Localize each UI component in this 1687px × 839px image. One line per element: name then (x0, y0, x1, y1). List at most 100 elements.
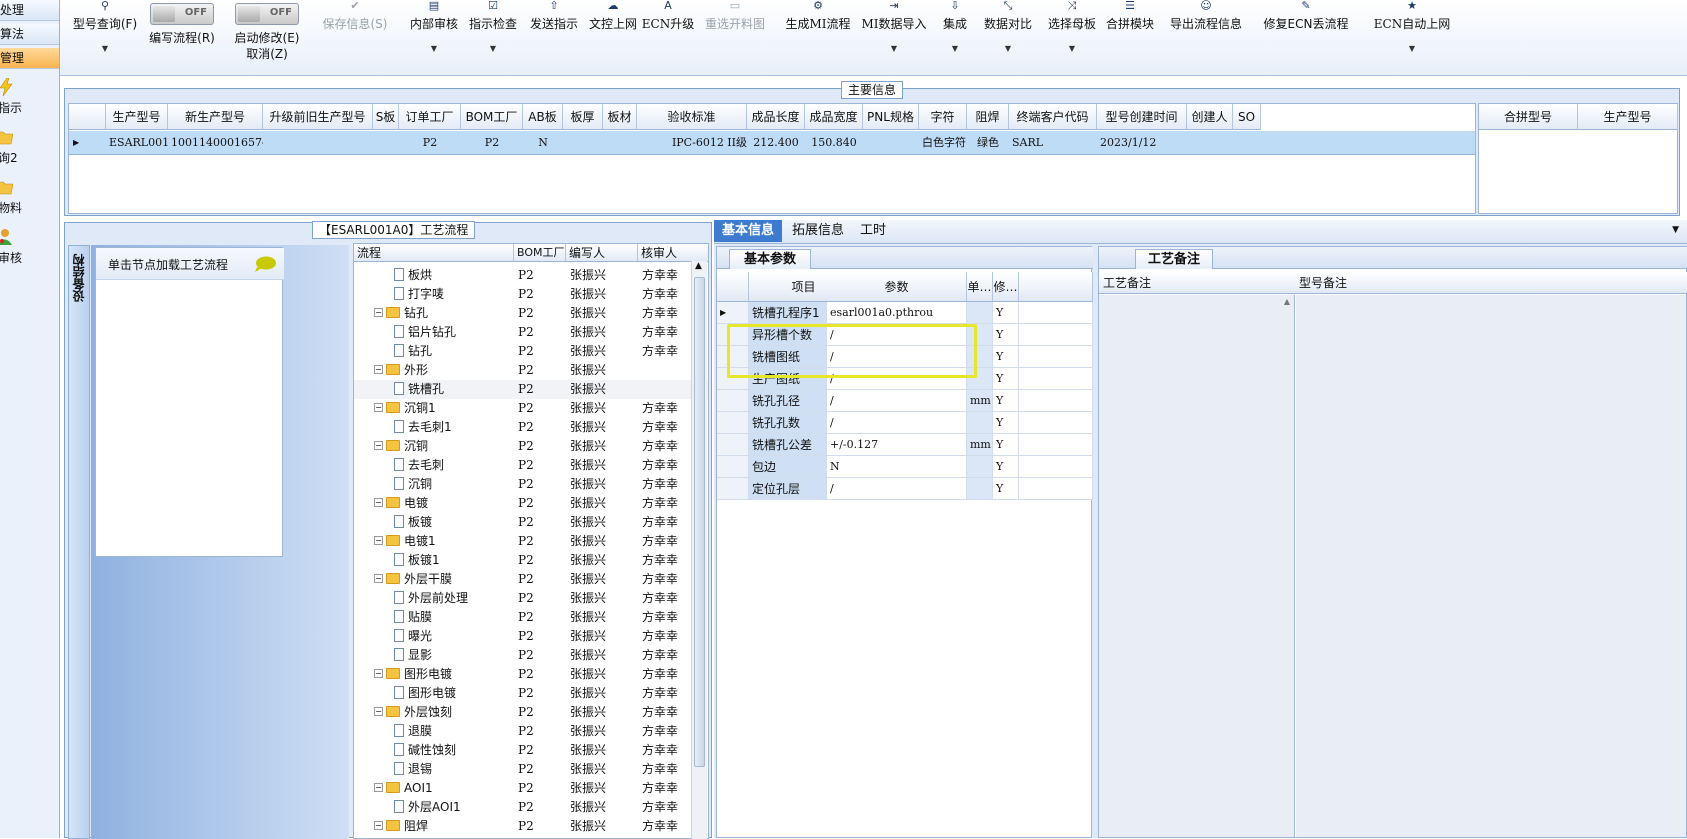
process-node[interactable]: − 图形电镀 (354, 665, 514, 684)
expand-collapse-icon[interactable]: − (374, 707, 383, 716)
process-tree-row[interactable]: 显影P2张振兴方幸幸已审核 (354, 646, 708, 665)
tab-basic-info[interactable]: 基本信息 (714, 220, 783, 242)
dropdown-arrow-icon[interactable]: ▼ (1034, 44, 1110, 53)
param-value-cell[interactable]: N (827, 456, 967, 478)
process-tree-row[interactable]: −电镀P2张振兴方幸幸已审核 (354, 494, 708, 513)
main-info-col-header[interactable]: 阻焊 (967, 104, 1009, 130)
process-tree-row[interactable]: 钻孔P2张振兴方幸幸已审核 (354, 342, 708, 361)
main-info-col-header[interactable]: S板 (373, 104, 399, 130)
expand-collapse-icon[interactable]: − (374, 821, 383, 830)
process-node[interactable]: 退锡 (354, 760, 514, 779)
process-tree-row[interactable]: 板烘P2张振兴方幸幸已审核 (354, 266, 708, 285)
process-tree-row[interactable]: 碱性蚀刻P2张振兴方幸幸已审核 (354, 741, 708, 760)
main-info-col-header[interactable]: 生产型号 (106, 104, 168, 130)
param-value-cell[interactable]: esarl001a0.pthrou (827, 302, 967, 324)
expand-collapse-icon[interactable]: − (374, 669, 383, 678)
main-info-col-header[interactable]: 型号创建时间 (1097, 104, 1187, 130)
expand-collapse-icon[interactable]: − (374, 403, 383, 412)
process-node[interactable]: − 电镀1 (354, 532, 514, 551)
process-tree-row[interactable]: −图形电镀P2张振兴方幸幸已审核 (354, 665, 708, 684)
param-row[interactable]: 铣槽孔公差 +/-0.127 mm Y (717, 434, 1093, 456)
main-info-col-header[interactable]: 成品长度 (747, 104, 805, 130)
main-info-cell[interactable]: N (523, 131, 563, 155)
process-tree-row[interactable]: 退锡P2张振兴方幸幸已审核 (354, 760, 708, 779)
process-node[interactable]: 铝片钻孔 (354, 323, 514, 342)
process-node[interactable]: 钻孔 (354, 342, 514, 361)
process-node[interactable]: 沉铜 (354, 475, 514, 494)
param-row[interactable]: 铣孔孔径 / mm Y (717, 390, 1093, 412)
process-tree-row[interactable]: −沉铜P2张振兴方幸幸已审核 (354, 437, 708, 456)
process-tree-row[interactable]: −钻孔P2张振兴方幸幸已审核 (354, 304, 708, 323)
process-remarks-textarea[interactable]: ▲ (1099, 295, 1295, 837)
scrollbar-thumb[interactable] (694, 277, 705, 767)
main-info-cell[interactable]: 150.840 (805, 131, 863, 155)
row-selector[interactable] (717, 456, 749, 478)
col-header-param[interactable]: 参数 (827, 272, 967, 302)
main-info-col-header[interactable]: 验收标准 (637, 104, 747, 130)
process-node[interactable]: 退膜 (354, 722, 514, 741)
indicator-check-button[interactable]: ☑ 指示检查 ▼ (460, 0, 526, 53)
param-row[interactable]: ▶ 铣槽孔程序1 esarl001a0.pthrou Y (717, 302, 1093, 324)
doc-upload-button[interactable]: ☁ 文控上网 (580, 0, 646, 32)
col-header-unit[interactable]: 单… (967, 272, 993, 302)
nav-item-algorithm[interactable]: 计算法 (0, 24, 59, 45)
process-tree-row[interactable]: 板镀1P2张振兴方幸幸已审核 (354, 551, 708, 570)
edit-flow-toggle[interactable]: OFF (150, 3, 214, 25)
main-info-col-header[interactable]: AB板 (523, 104, 563, 130)
process-tree-row[interactable]: 去毛刺P2张振兴方幸幸已审核 (354, 456, 708, 475)
process-tree-row[interactable]: −电镀1P2张振兴方幸幸已审核 (354, 532, 708, 551)
splitter-handle[interactable] (345, 585, 349, 625)
main-info-col-header[interactable]: BOM工厂 (461, 104, 523, 130)
process-node[interactable]: − AOI1 (354, 779, 514, 798)
expand-collapse-icon[interactable]: − (374, 365, 383, 374)
process-tree-row[interactable]: 图形电镀P2张振兴方幸幸已审核 (354, 684, 708, 703)
main-info-col-header[interactable]: 板材 (603, 104, 637, 130)
process-node[interactable]: 打字唛 (354, 285, 514, 304)
process-node[interactable]: − 钻孔 (354, 304, 514, 323)
main-info-cell[interactable] (863, 131, 919, 155)
save-info-button[interactable]: ✔ 保存信息(S) (310, 0, 400, 32)
row-selector[interactable] (717, 434, 749, 456)
row-selector[interactable] (717, 412, 749, 434)
process-node[interactable]: − 沉铜 (354, 437, 514, 456)
process-tree-row[interactable]: 打字唛P2张振兴方幸幸已审核 (354, 285, 708, 304)
process-tree-row[interactable]: −外层蚀刻P2张振兴方幸幸已审核 (354, 703, 708, 722)
main-info-cell[interactable]: IPC-6012 II级 (637, 131, 747, 155)
ecn-auto-upload-button[interactable]: ★ ECN自动上网 ▼ (1362, 0, 1462, 53)
expand-collapse-icon[interactable]: − (374, 308, 383, 317)
main-info-cell[interactable]: 212.400 (747, 131, 805, 155)
param-row[interactable]: 铣孔孔数 / Y (717, 412, 1093, 434)
process-node[interactable]: − 外形 (354, 361, 514, 380)
main-info-cell[interactable]: 白色字符 (919, 131, 967, 155)
main-info-col-header[interactable]: 升级前旧生产型号 (263, 104, 373, 130)
export-flow-info-button[interactable]: ☺ 导出流程信息 (1154, 0, 1258, 32)
scroll-up-icon[interactable]: ▲ (1284, 297, 1290, 306)
process-node[interactable]: 去毛刺 (354, 456, 514, 475)
nav-item-data-management[interactable]: 据管理 (0, 48, 59, 69)
process-node[interactable]: 贴膜 (354, 608, 514, 627)
main-info-col-header[interactable]: 终端客户代码 (1009, 104, 1097, 130)
row-selector[interactable] (717, 390, 749, 412)
process-node[interactable]: 图形电镀 (354, 684, 514, 703)
expand-collapse-icon[interactable]: − (374, 574, 383, 583)
ecn-upgrade-button[interactable]: A ECN升级 (638, 0, 698, 32)
expand-collapse-icon[interactable]: − (374, 498, 383, 507)
mi-import-button[interactable]: ⇥ MI数据导入 ▼ (854, 0, 934, 53)
row-selector[interactable] (717, 478, 749, 500)
nav-icon-item-query2[interactable]: 查询2 (0, 128, 59, 166)
gen-mi-flow-button[interactable]: ⚙ 生成MI流程 (776, 0, 860, 32)
process-node[interactable]: 板镀 (354, 513, 514, 532)
process-node[interactable]: 铣槽孔 (354, 380, 514, 399)
nav-item-processing[interactable]: 件处理 (0, 0, 59, 21)
tree-scrollbar[interactable]: ▲ (691, 261, 707, 839)
process-tree-row[interactable]: 沉铜P2张振兴方幸幸已审核 (354, 475, 708, 494)
main-info-cell[interactable] (563, 131, 603, 155)
process-node[interactable]: − 外层蚀刻 (354, 703, 514, 722)
tab-process-remarks[interactable]: 工艺备注 (1135, 249, 1214, 269)
main-info-col-header[interactable]: 订单工厂 (399, 104, 461, 130)
merge-model-header[interactable]: 合拼型号 (1479, 104, 1578, 130)
param-row[interactable]: 包边 N Y (717, 456, 1093, 478)
process-node[interactable]: 曝光 (354, 627, 514, 646)
repair-ecn-flow-button[interactable]: ✎ 修复ECN丢流程 (1246, 0, 1366, 32)
model-query-button[interactable]: ⚲ 型号查询(F) ▼ (70, 0, 140, 53)
